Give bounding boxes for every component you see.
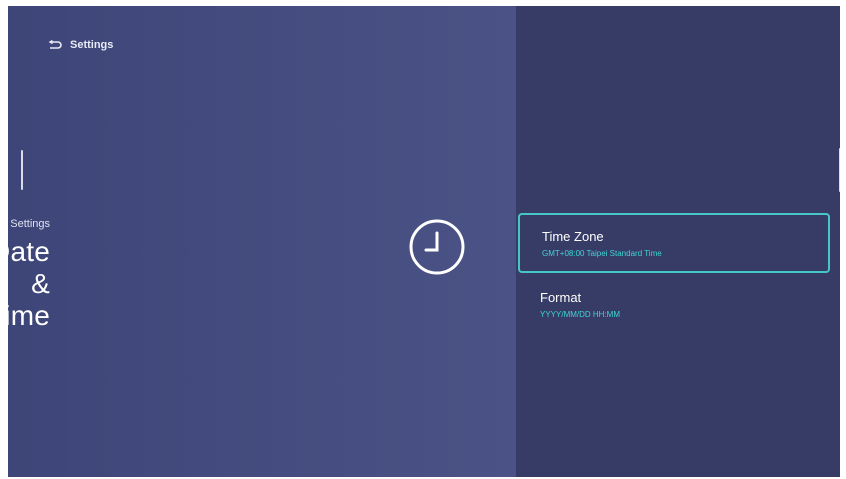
- left-pane: Settings Settings Date & Time: [8, 6, 516, 477]
- back-button[interactable]: Settings: [48, 39, 113, 51]
- page-header: Settings Date & Time: [8, 218, 50, 332]
- right-edge-indicator: [839, 148, 840, 192]
- menu-item-title: Format: [540, 290, 582, 305]
- menu-item-value: YYYY/MM/DD HH:MM: [540, 310, 620, 319]
- back-arrow-icon: [48, 40, 62, 50]
- left-edge-indicator: [21, 150, 23, 190]
- breadcrumb: Settings: [10, 218, 50, 230]
- menu-item-format[interactable]: Format YYYY/MM/DD HH:MM: [518, 276, 830, 334]
- clock-icon: [408, 218, 466, 276]
- menu-item-title: Time Zone: [542, 229, 604, 244]
- menu-item-time-zone[interactable]: Time Zone GMT+08:00 Taipei Standard Time: [518, 213, 830, 273]
- settings-screen: Settings Settings Date & Time Time Zone …: [8, 6, 840, 477]
- menu-item-value: GMT+08:00 Taipei Standard Time: [542, 249, 662, 258]
- back-label: Settings: [70, 39, 114, 51]
- page-title: Date & Time: [8, 236, 50, 331]
